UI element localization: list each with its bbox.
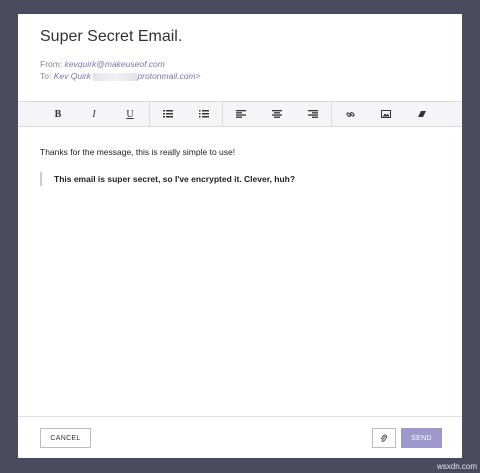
paperclip-icon xyxy=(380,434,388,442)
toolbar-divider xyxy=(331,102,332,126)
to-line: To: Kev Quirk protonmail.com> xyxy=(40,71,201,81)
image-button[interactable] xyxy=(376,102,396,126)
message-body-line: Thanks for the message, this is really s… xyxy=(40,147,236,157)
watermark: wsxdn.com xyxy=(437,462,478,471)
formatting-toolbar: B I U xyxy=(18,101,462,127)
eraser-icon xyxy=(418,111,426,117)
attach-button[interactable] xyxy=(372,428,396,448)
numbered-list-button[interactable] xyxy=(194,102,214,126)
numbered-list-icon xyxy=(199,110,209,118)
to-name: Kev Quirk xyxy=(53,71,92,81)
quoted-text: This email is super secret, so I've encr… xyxy=(40,172,295,186)
align-left-icon xyxy=(236,110,246,118)
align-center-button[interactable] xyxy=(267,102,287,126)
bulleted-list-button[interactable] xyxy=(158,102,178,126)
bulleted-list-icon xyxy=(163,110,173,118)
align-right-button[interactable] xyxy=(303,102,323,126)
toolbar-divider xyxy=(149,102,150,126)
to-label: To: xyxy=(40,71,52,81)
from-address: kevquirk@makeuseof.com xyxy=(64,59,165,69)
bold-button[interactable]: B xyxy=(48,102,68,126)
to-domain: protonmail.com> xyxy=(137,71,201,81)
from-label: From: xyxy=(40,59,63,69)
from-line: From: kevquirk@makeuseof.com xyxy=(40,59,165,69)
image-icon xyxy=(381,110,391,118)
link-button[interactable] xyxy=(340,102,360,126)
link-icon xyxy=(345,111,355,117)
footer-divider xyxy=(18,416,462,417)
align-left-button[interactable] xyxy=(231,102,251,126)
cancel-button[interactable]: CANCEL xyxy=(40,428,91,448)
email-subject: Super Secret Email. xyxy=(40,28,183,45)
clear-formatting-button[interactable] xyxy=(412,102,432,126)
align-center-icon xyxy=(272,110,282,118)
align-right-icon xyxy=(308,110,318,118)
italic-button[interactable]: I xyxy=(84,102,104,126)
underline-button[interactable]: U xyxy=(120,102,140,126)
toolbar-divider xyxy=(222,102,223,126)
send-button[interactable]: SEND xyxy=(401,428,442,448)
compose-modal: Super Secret Email. From: kevquirk@makeu… xyxy=(18,14,462,458)
redacted-address xyxy=(93,72,138,81)
